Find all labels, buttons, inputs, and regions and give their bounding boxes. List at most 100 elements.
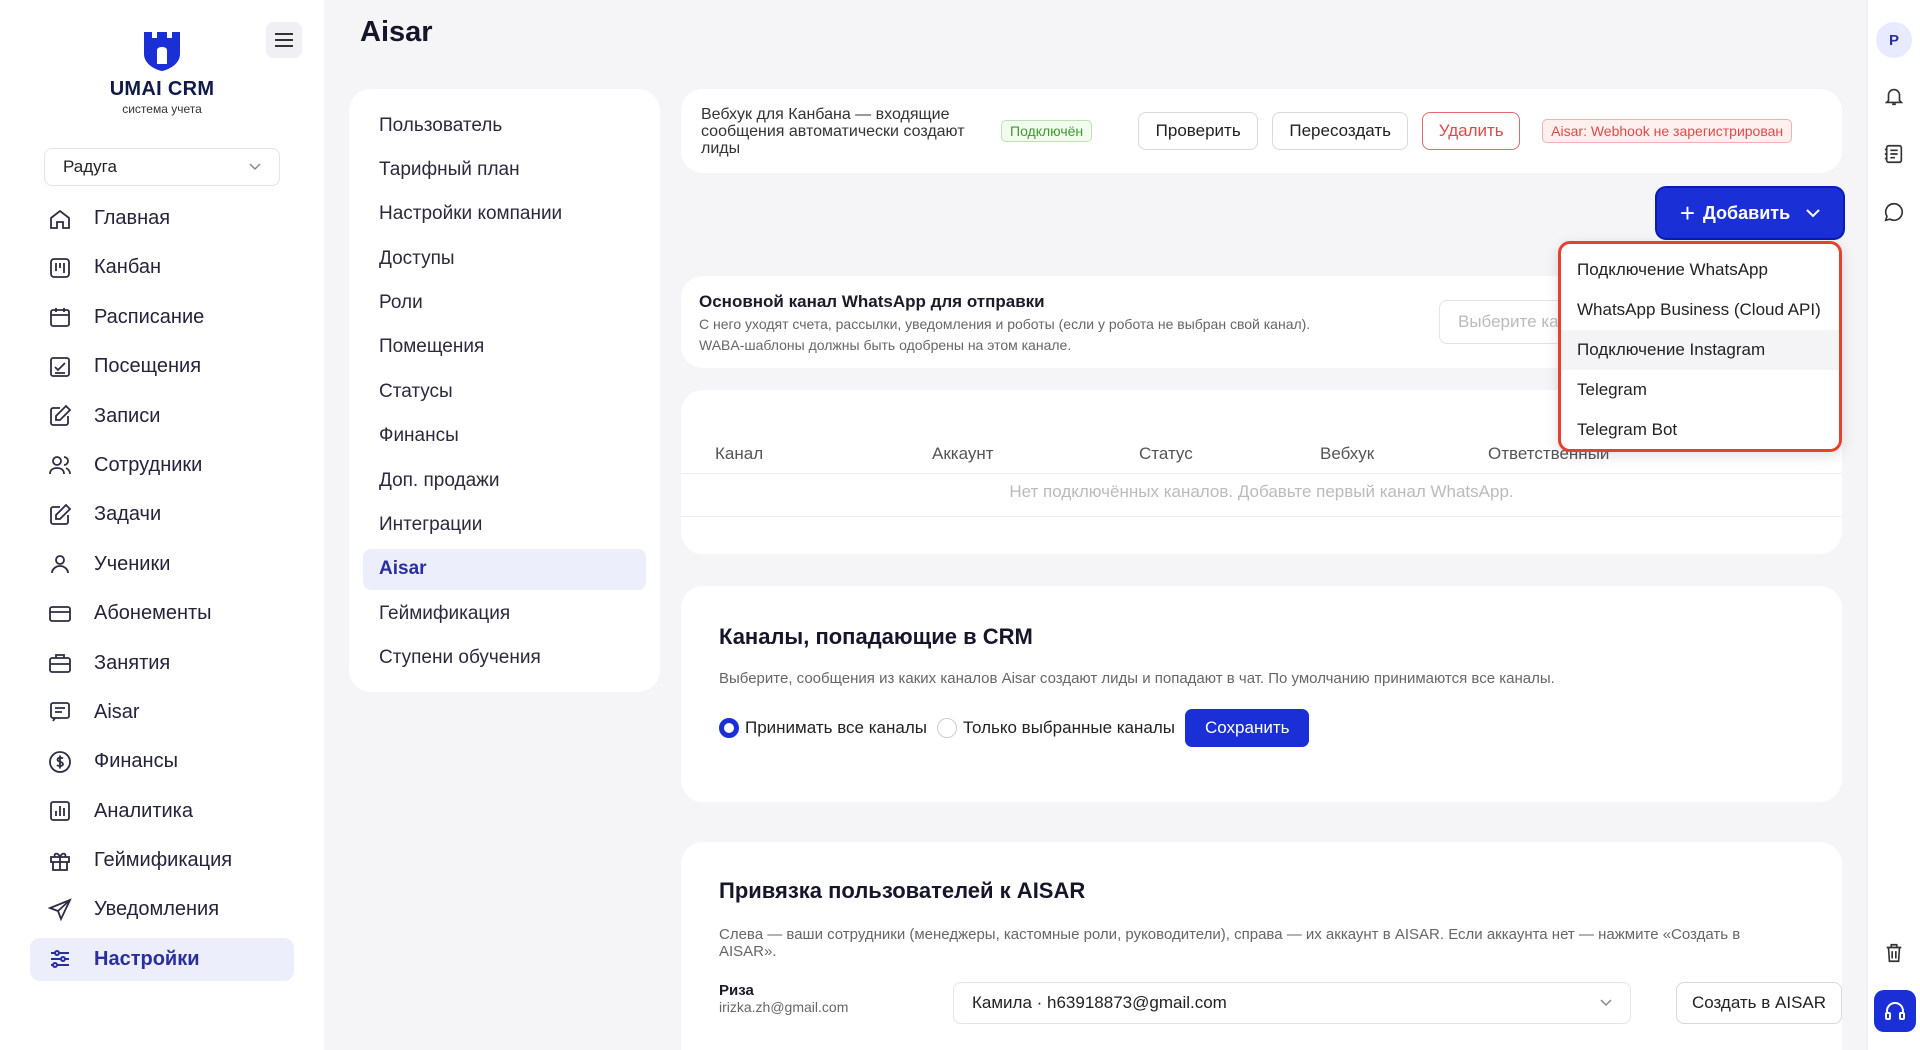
column-header: Канал <box>715 444 764 463</box>
nav-item-kanban[interactable]: Канбан <box>30 246 294 289</box>
chevron-down-icon <box>249 163 261 171</box>
gift-icon <box>46 847 74 875</box>
settings-item-user[interactable]: Пользователь <box>363 105 646 146</box>
nav-label: Расписание <box>94 305 205 328</box>
recreate-button[interactable]: Пересоздать <box>1272 112 1409 150</box>
radio-all-label[interactable]: Принимать все каналы <box>745 718 927 738</box>
chevron-down-icon <box>1806 208 1820 217</box>
nav-item-settings[interactable]: Настройки <box>30 937 294 981</box>
nav-item-analytics[interactable]: Аналитика <box>30 790 294 833</box>
nav-label: Настройки <box>94 947 200 970</box>
chevron-down-icon <box>1600 999 1612 1007</box>
user-binding-desc: Слева — ваши сотрудники (менеджеры, каст… <box>719 926 1741 960</box>
nav-label: Главная <box>94 207 171 229</box>
radio-all-channels[interactable] <box>719 718 739 738</box>
save-button[interactable]: Сохранить <box>1185 709 1310 747</box>
add-button-label: Добавить <box>1703 202 1791 223</box>
nav-item-subscriptions[interactable]: Абонементы <box>30 592 294 635</box>
nav-item-aisar[interactable]: Aisar <box>30 691 294 734</box>
nav-item-records[interactable]: Записи <box>30 395 294 438</box>
page-title: Aisar <box>360 16 433 48</box>
menu-item-instagram[interactable]: Подключение Instagram <box>1561 330 1839 370</box>
webhook-error-badge: Aisar: Webhook не зарегистрирован <box>1542 119 1793 143</box>
settings-item-aisar[interactable]: Aisar <box>363 548 646 590</box>
check-button[interactable]: Проверить <box>1138 112 1259 150</box>
settings-item-statuses[interactable]: Статусы <box>363 371 646 412</box>
settings-item-upsell[interactable]: Доп. продажи <box>363 460 646 501</box>
kanban-icon <box>46 254 74 282</box>
sliders-icon <box>46 945 74 973</box>
settings-item-levels[interactable]: Ступени обучения <box>363 638 646 679</box>
sidebar: UMAI CRM система учета Радуга Главная Ка… <box>0 0 324 1050</box>
settings-item-gamification[interactable]: Геймификация <box>363 593 646 634</box>
settings-item-access[interactable]: Доступы <box>363 238 646 279</box>
nav-item-tasks[interactable]: Задачи <box>30 493 294 536</box>
radio-selected-label[interactable]: Только выбранные каналы <box>963 718 1175 738</box>
add-channel-button[interactable]: + Добавить <box>1657 188 1843 238</box>
hamburger-icon <box>275 33 293 47</box>
menu-item-whatsapp[interactable]: Подключение WhatsApp <box>1561 250 1839 290</box>
calendar-icon <box>46 303 74 331</box>
nav-label: Записи <box>94 404 161 427</box>
send-icon <box>46 896 74 924</box>
chat-icon <box>46 698 74 726</box>
settings-item-integrations[interactable]: Интеграции <box>363 505 646 546</box>
menu-toggle-button[interactable] <box>266 22 302 58</box>
webhook-status-badge: Подключён <box>1001 120 1093 142</box>
menu-item-telegram[interactable]: Telegram <box>1561 370 1839 410</box>
avatar[interactable]: P <box>1876 22 1912 58</box>
crm-channels-desc: Выберите, сообщения из каких каналов Ais… <box>719 670 1555 687</box>
nav-label: Финансы <box>94 750 178 773</box>
message-icon[interactable] <box>1878 196 1910 228</box>
add-channel-menu: Подключение WhatsApp WhatsApp Business (… <box>1558 241 1842 452</box>
settings-item-finance[interactable]: Финансы <box>363 416 646 457</box>
menu-item-telegram-bot[interactable]: Telegram Bot <box>1561 410 1839 450</box>
nav-item-students[interactable]: Ученики <box>30 543 294 586</box>
nav-label: Aisar <box>94 700 140 723</box>
nav-label: Занятия <box>94 651 171 674</box>
user-icon <box>46 550 74 578</box>
settings-item-company[interactable]: Настройки компании <box>363 194 646 235</box>
briefcase-icon <box>46 649 74 677</box>
nav-label: Аналитика <box>94 799 193 822</box>
settings-item-roles[interactable]: Роли <box>363 283 646 324</box>
notebook-icon[interactable] <box>1878 138 1910 170</box>
nav-item-finance[interactable]: Финансы <box>30 740 294 783</box>
nav-item-staff[interactable]: Сотрудники <box>30 444 294 487</box>
settings-item-tariff[interactable]: Тарифный план <box>363 149 646 190</box>
nav-item-visits[interactable]: Посещения <box>30 345 294 388</box>
nav-item-lessons[interactable]: Занятия <box>30 642 294 685</box>
trash-icon[interactable] <box>1878 937 1910 969</box>
right-rail: P <box>1867 0 1920 1050</box>
edit-icon <box>46 402 74 430</box>
company-select[interactable]: Радуга <box>44 148 280 186</box>
user-binding-title: Привязка пользователей к AISAR <box>719 878 1086 903</box>
user-binding-row: Риза irizka.zh@gmail.com Камила · h63918… <box>719 982 1842 1026</box>
aisar-account-select[interactable]: Камила · h63918873@gmail.com <box>953 982 1631 1024</box>
tasks-icon <box>46 501 74 529</box>
nav-label: Сотрудники <box>94 453 203 476</box>
users-icon <box>46 451 74 479</box>
settings-item-rooms[interactable]: Помещения <box>363 327 646 368</box>
nav-label: Канбан <box>94 256 161 279</box>
nav-item-notifications[interactable]: Уведомления <box>30 888 294 931</box>
nav-label: Геймификация <box>94 849 233 872</box>
radio-selected-channels[interactable] <box>936 718 957 738</box>
delete-button[interactable]: Удалить <box>1422 112 1521 150</box>
chart-icon <box>46 797 74 825</box>
bell-icon[interactable] <box>1878 80 1910 112</box>
column-header: Вебхук <box>1320 444 1375 463</box>
nav-item-gamification[interactable]: Геймификация <box>30 839 294 882</box>
nav-label: Посещения <box>94 355 202 378</box>
card-icon <box>46 600 74 628</box>
nav-item-home[interactable]: Главная <box>30 197 294 240</box>
create-in-aisar-button[interactable]: Создать в AISAR <box>1676 982 1842 1024</box>
castle-logo-icon <box>144 32 180 71</box>
crm-channels-title: Каналы, попадающие в CRM <box>719 624 1033 649</box>
support-headset-icon[interactable] <box>1874 990 1916 1032</box>
nav-label: Задачи <box>94 503 162 526</box>
nav-item-schedule[interactable]: Расписание <box>30 296 294 339</box>
settings-menu: Пользователь Тарифный план Настройки ком… <box>349 89 660 692</box>
main-nav: Главная Канбан Расписание Посещения Запи… <box>30 197 294 987</box>
menu-item-whatsapp-business[interactable]: WhatsApp Business (Cloud API) <box>1561 290 1839 330</box>
